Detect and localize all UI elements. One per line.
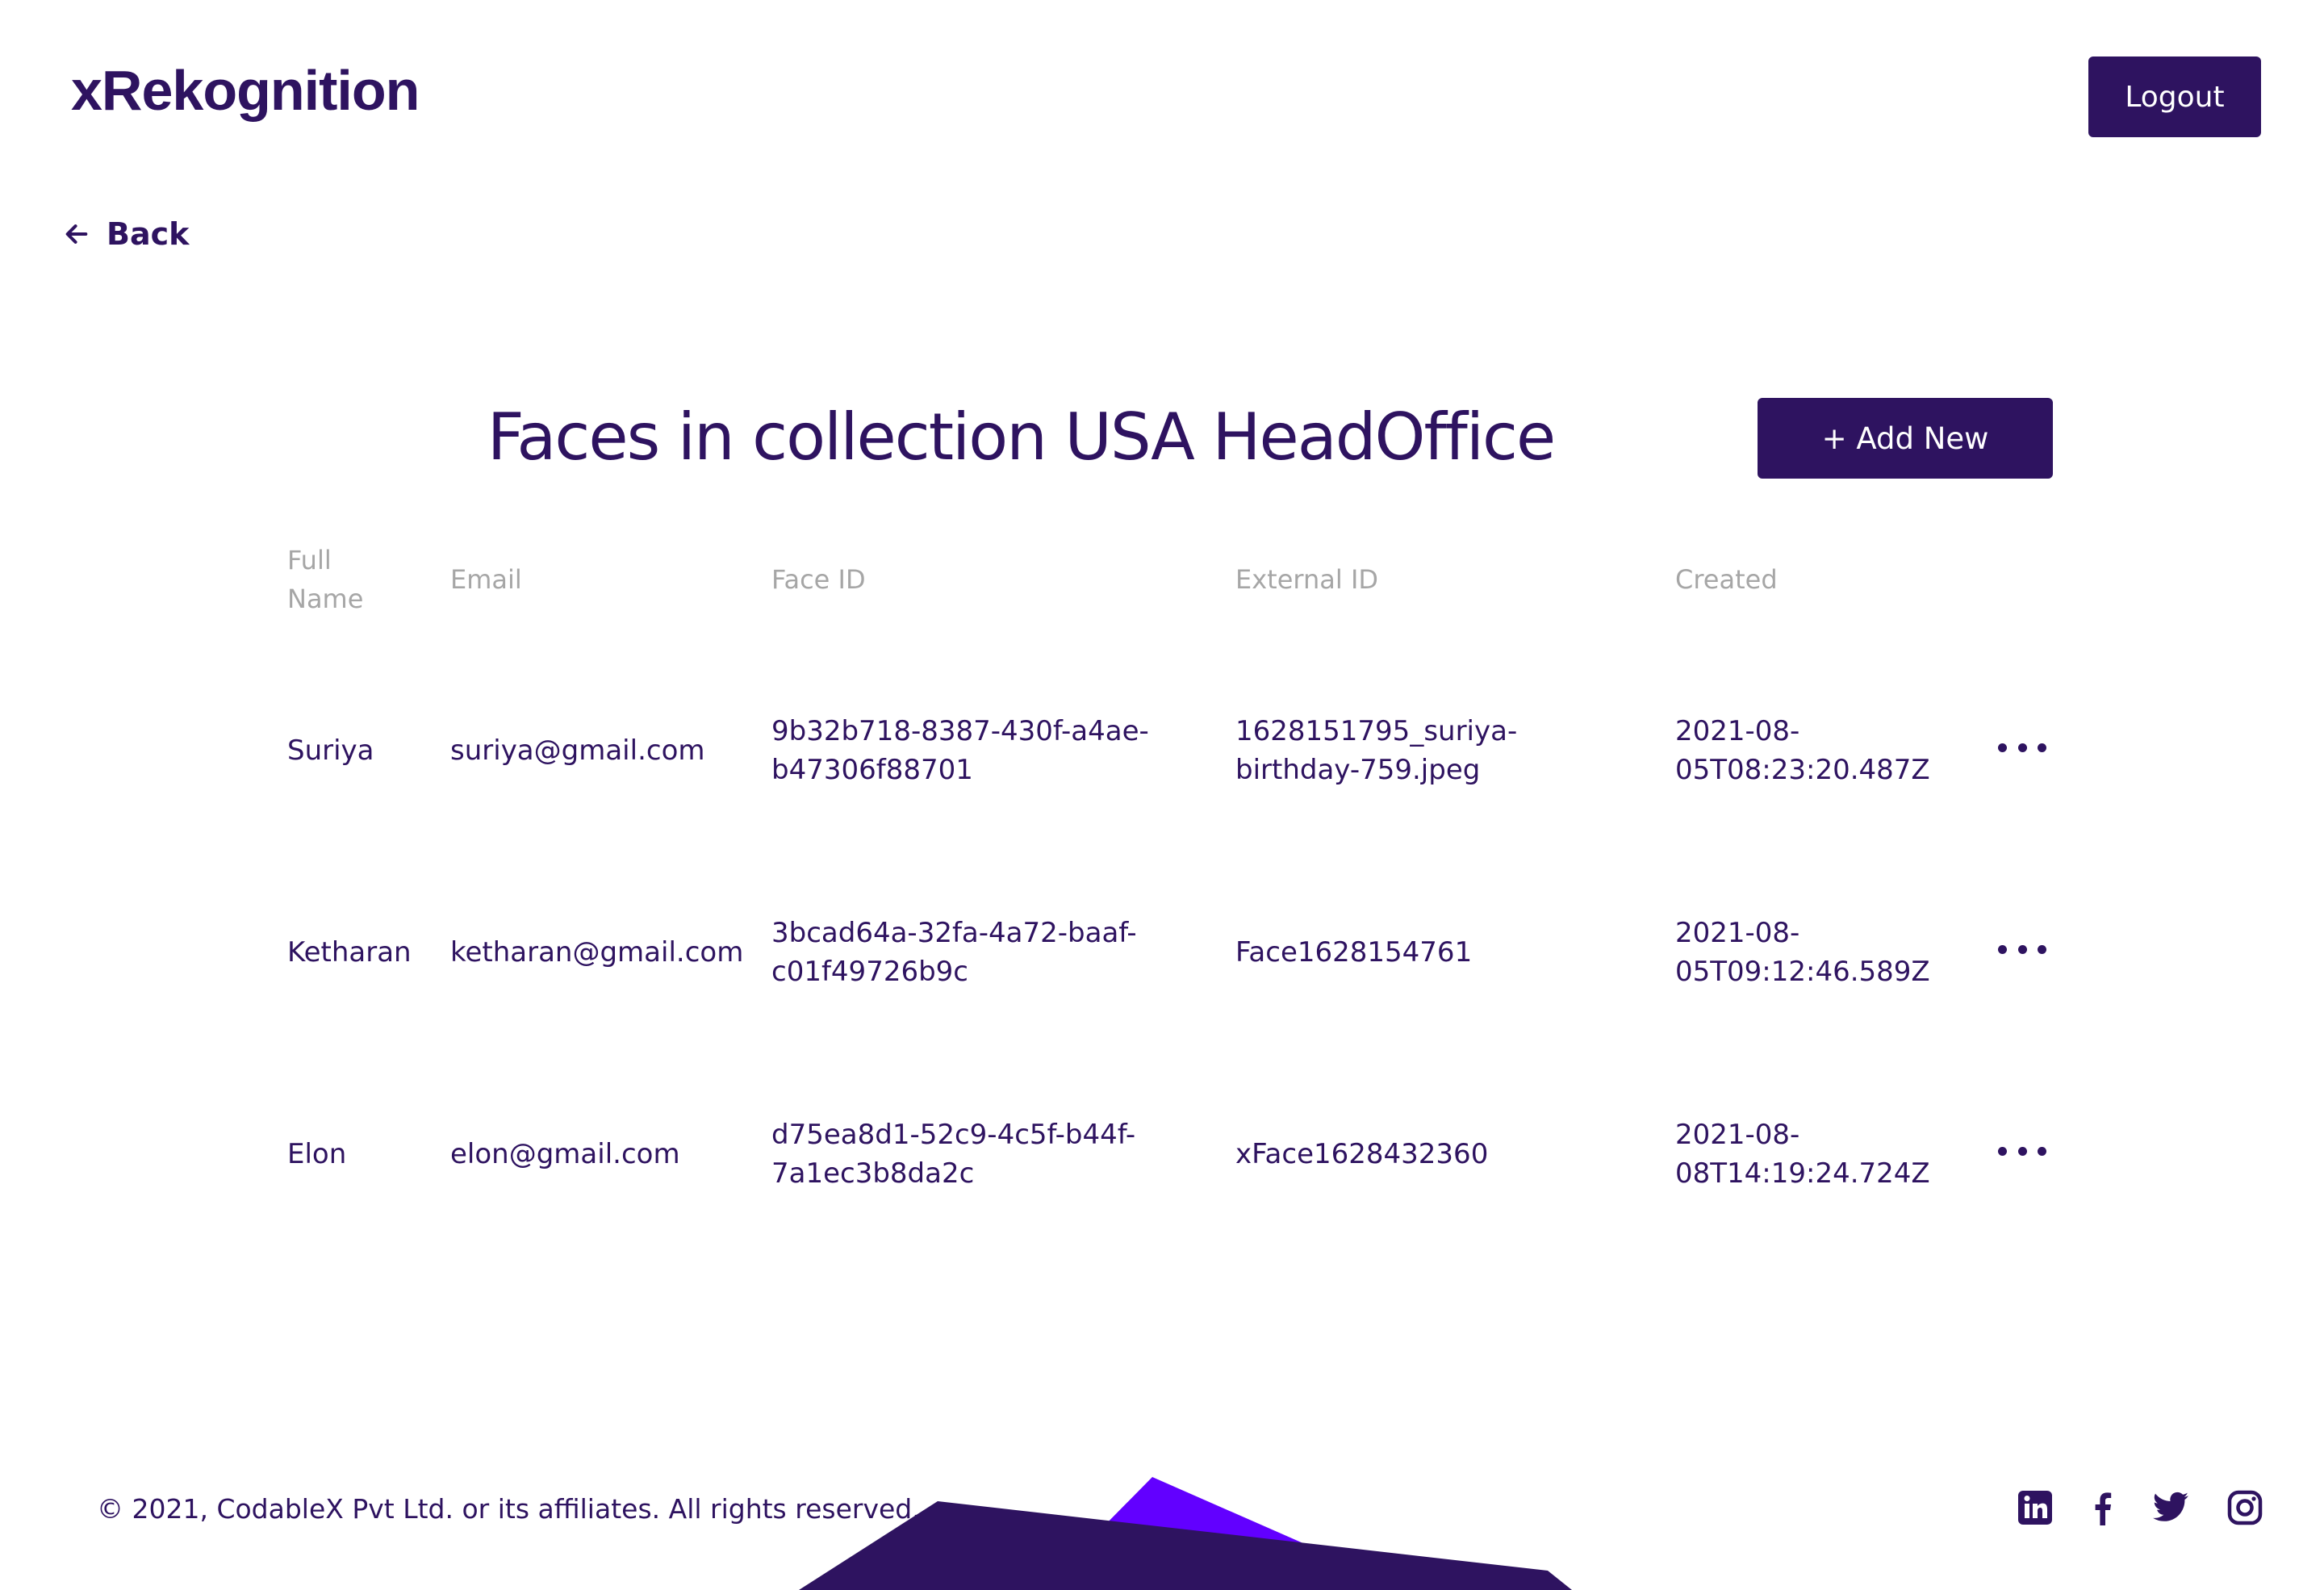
column-header-email: Email xyxy=(450,564,522,595)
footer-copyright: © 2021, CodableX Pvt Ltd. or its affilia… xyxy=(97,1493,921,1525)
cell-full-name: Elon xyxy=(287,1138,347,1170)
more-dot-icon xyxy=(2038,1146,2046,1156)
cell-full-name: Ketharan xyxy=(287,936,412,969)
cell-created: 2021-08-08T14:19:24.724Z xyxy=(1675,1119,1930,1190)
table-row: Elon elon@gmail.com d75ea8d1-52c9-4c5f-b… xyxy=(287,1073,2063,1235)
facebook-icon[interactable] xyxy=(2084,1488,2122,1527)
more-dot-icon xyxy=(2017,1146,2027,1156)
cell-email: suriya@gmail.com xyxy=(450,734,705,767)
cell-created: 2021-08-05T09:12:46.589Z xyxy=(1675,917,1930,988)
row-actions-button[interactable] xyxy=(1998,933,2046,965)
cell-face-id: 9b32b718-8387-430f-a4ae-b47306f88701 xyxy=(771,715,1149,786)
linkedin-icon[interactable] xyxy=(2016,1488,2054,1527)
logout-button[interactable]: Logout xyxy=(2088,56,2261,137)
table-row: Ketharan ketharan@gmail.com 3bcad64a-32f… xyxy=(287,872,2063,1033)
column-header-full-name: Full Name xyxy=(287,545,364,614)
twitter-icon[interactable] xyxy=(2151,1488,2190,1527)
cell-face-id: 3bcad64a-32fa-4a72-baaf-c01f49726b9c xyxy=(771,917,1137,988)
cell-email: ketharan@gmail.com xyxy=(450,936,744,969)
page-title: Faces in collection USA HeadOffice xyxy=(487,400,1557,475)
cell-created: 2021-08-05T08:23:20.487Z xyxy=(1675,715,1930,786)
cell-external-id: xFace1628432360 xyxy=(1235,1138,1489,1170)
table-row: Suriya suriya@gmail.com 9b32b718-8387-43… xyxy=(287,670,2063,831)
more-dot-icon xyxy=(1998,944,2007,954)
more-dot-icon xyxy=(2017,743,2027,752)
cell-external-id: Face1628154761 xyxy=(1235,936,1473,969)
row-actions-button[interactable] xyxy=(1998,731,2046,764)
more-dot-icon xyxy=(1998,743,2007,752)
cell-email: elon@gmail.com xyxy=(450,1138,680,1170)
back-label: Back xyxy=(107,216,190,252)
add-new-button[interactable]: + Add New xyxy=(1758,398,2053,479)
column-header-created: Created xyxy=(1675,564,1778,595)
instagram-icon[interactable] xyxy=(2226,1488,2264,1527)
arrow-left-icon xyxy=(65,224,88,244)
cell-external-id: 1628151795_suriya-birthday-759.jpeg xyxy=(1235,715,1518,786)
more-dot-icon xyxy=(1998,1146,2007,1156)
more-dot-icon xyxy=(2017,944,2027,954)
cell-face-id: d75ea8d1-52c9-4c5f-b44f-7a1ec3b8da2c xyxy=(771,1119,1136,1190)
more-dot-icon xyxy=(2038,743,2046,752)
column-header-face-id: Face ID xyxy=(771,564,866,595)
cell-full-name: Suriya xyxy=(287,734,374,767)
more-dot-icon xyxy=(2038,944,2046,954)
row-actions-button[interactable] xyxy=(1998,1135,2046,1167)
app-logo[interactable]: xRekognition xyxy=(71,58,420,123)
back-link[interactable]: Back xyxy=(63,211,189,257)
column-header-external-id: External ID xyxy=(1235,564,1379,595)
